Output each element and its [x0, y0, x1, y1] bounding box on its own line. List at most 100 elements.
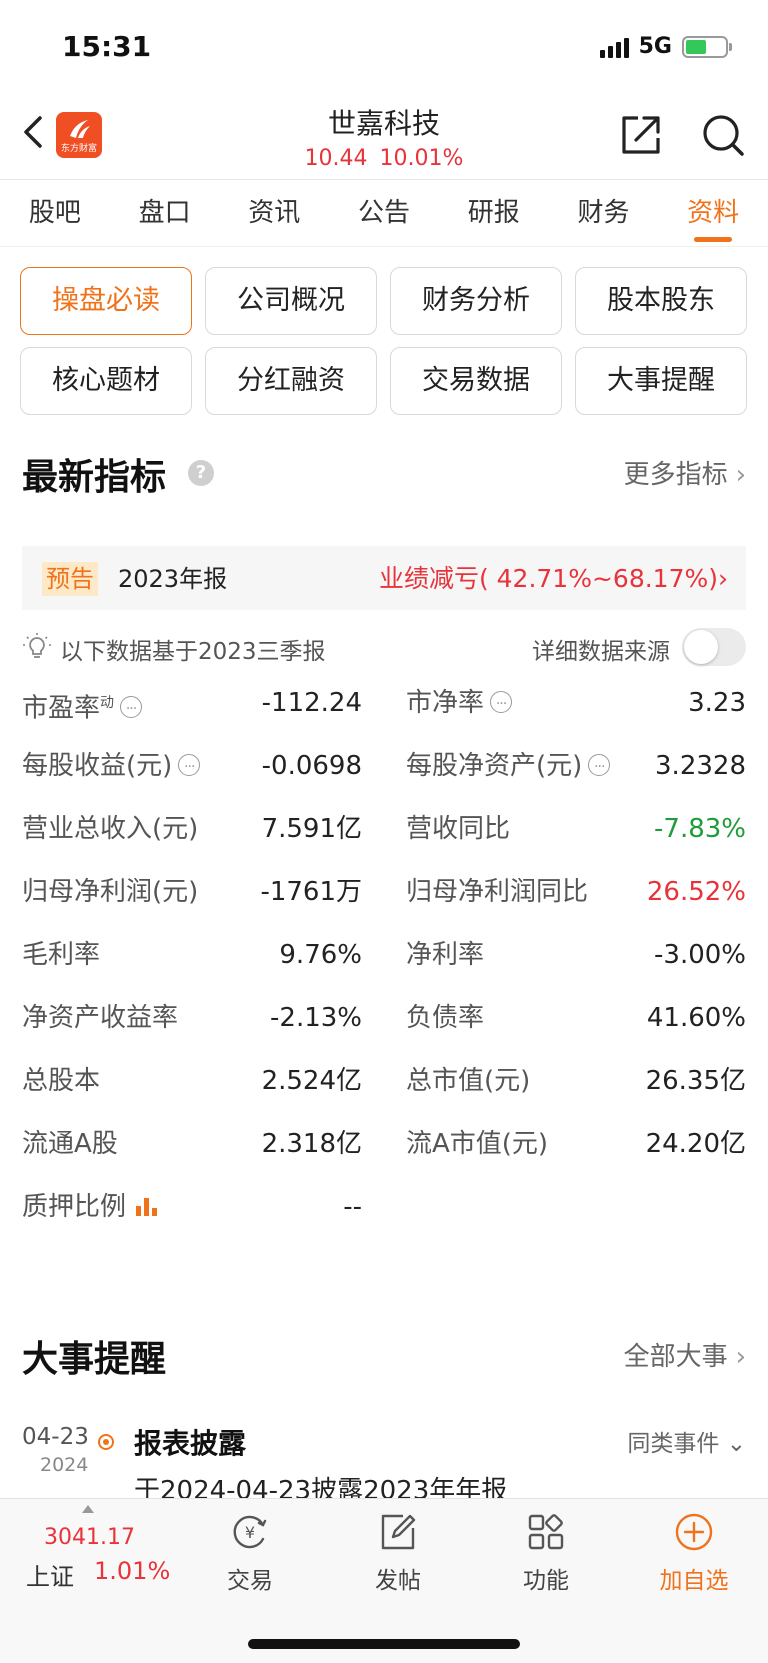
subnav-trading-essentials[interactable]: 操盘必读: [20, 267, 192, 335]
forecast-result-text: 业绩减亏( 42.71%~68.17%): [378, 564, 718, 593]
bottom-bar: 3041.17 上证 1.01% ¥ 交易 发帖 功能 加自选: [0, 1498, 768, 1663]
metric-label: 流A市值(元): [406, 1129, 549, 1159]
metric-label: 净资产收益率: [22, 1003, 179, 1033]
chevron-right-icon: ›: [735, 1342, 746, 1372]
metric-value: 3.23: [688, 688, 746, 718]
metric-value: -2.13%: [270, 1003, 362, 1033]
metric-value: -112.24: [261, 688, 362, 718]
more-info-icon[interactable]: [178, 736, 201, 799]
metric-row: 流通A股 2.318亿 流A市值(元) 24.20亿: [22, 1113, 746, 1176]
metric-net-margin: 净利率 -3.00%: [406, 924, 746, 987]
tab-research[interactable]: 研报: [439, 180, 549, 246]
metric-value: 24.20亿: [645, 1129, 746, 1159]
tab-guba[interactable]: 股吧: [0, 180, 110, 246]
forecast-result: 业绩减亏( 42.71%~68.17%)›: [379, 562, 728, 596]
index-change: 1.01%: [94, 1557, 171, 1585]
metric-value: -1761万: [260, 877, 362, 907]
subnav-dividends[interactable]: 分红融资: [205, 347, 377, 415]
action-label: 交易: [227, 1568, 273, 1594]
metric-row: 归母净利润(元) -1761万 归母净利润同比 26.52%: [22, 861, 746, 924]
metric-label: 归母净利润(元): [22, 877, 199, 907]
similar-events-button[interactable]: 同类事件 ⌄: [627, 1424, 746, 1458]
index-ticker[interactable]: 3041.17 上证 1.01%: [22, 1499, 172, 1599]
forecast-report: 2023年报: [118, 565, 228, 593]
metric-label: 净利率: [406, 940, 485, 970]
index-name: 上证: [26, 1563, 74, 1591]
network-type: 5G: [638, 34, 672, 59]
forecast-banner[interactable]: 预告 2023年报 业绩减亏( 42.71%~68.17%)›: [22, 546, 746, 610]
metric-pledge-ratio: 质押比例 --: [22, 1176, 362, 1239]
bar-chart-icon[interactable]: [136, 1196, 162, 1216]
subnav-financial-analysis[interactable]: 财务分析: [390, 267, 562, 335]
data-basis-text: 以下数据基于2023三季报: [60, 639, 326, 665]
top-tabs: 股吧 盘口 资讯 公告 研报 财务 资料: [0, 180, 768, 246]
metric-label: 每股净资产(元): [406, 751, 583, 781]
svg-text:¥: ¥: [245, 1523, 255, 1542]
functions-button[interactable]: 功能: [496, 1511, 596, 1595]
stock-price: 10.44: [304, 146, 368, 171]
subnav-shareholders[interactable]: 股本股东: [575, 267, 747, 335]
trade-button[interactable]: ¥ 交易: [200, 1511, 300, 1595]
forecast-tag: 预告: [42, 562, 98, 596]
chevron-right-icon: ›: [718, 564, 728, 593]
metric-market-cap: 总市值(元) 26.35亿: [406, 1050, 746, 1113]
metric-value: 3.2328: [655, 751, 746, 781]
metric-row: 毛利率 9.76% 净利率 -3.00%: [22, 924, 746, 987]
metric-gross-margin: 毛利率 9.76%: [22, 924, 362, 987]
action-label: 加自选: [659, 1568, 729, 1594]
data-source-toggle[interactable]: [682, 628, 746, 666]
tab-pankou[interactable]: 盘口: [110, 180, 220, 246]
help-icon[interactable]: ?: [188, 460, 214, 486]
action-label: 发帖: [375, 1568, 421, 1594]
home-indicator[interactable]: [248, 1639, 520, 1649]
add-watchlist-button[interactable]: 加自选: [644, 1511, 744, 1595]
post-button[interactable]: 发帖: [348, 1511, 448, 1595]
caret-up-icon: [82, 1505, 94, 1513]
event-item[interactable]: 04-23 2024 报表披露 同类事件 ⌄ 于2024-04-23披露2023…: [22, 1424, 746, 1506]
metric-pb: 市净率 3.23: [406, 672, 746, 736]
metric-label: 质押比例: [22, 1192, 127, 1222]
lightbulb-icon: [23, 633, 51, 658]
subnav-major-events[interactable]: 大事提醒: [575, 347, 747, 415]
metric-row: 质押比例 --: [22, 1176, 746, 1239]
subnav-trading-data[interactable]: 交易数据: [390, 347, 562, 415]
metric-label: 市盈率: [22, 693, 101, 724]
similar-events-label: 同类事件: [627, 1431, 720, 1457]
metric-label: 负债率: [406, 1003, 485, 1033]
status-indicators: 5G: [599, 34, 732, 59]
metric-value: 26.52%: [646, 877, 746, 907]
all-events-link[interactable]: 全部大事 ›: [624, 1336, 746, 1373]
event-year: 2024: [40, 1454, 89, 1476]
more-info-icon[interactable]: [120, 678, 143, 741]
metric-label: 营收同比: [406, 814, 511, 844]
more-info-icon[interactable]: [490, 673, 513, 736]
metric-bvps: 每股净资产(元) 3.2328: [406, 735, 746, 799]
tab-news[interactable]: 资讯: [219, 180, 329, 246]
profile-subnav: 操盘必读 公司概况 财务分析 股本股东 核心题材 分红融资 交易数据 大事提醒: [20, 267, 748, 415]
share-button[interactable]: [618, 112, 664, 158]
all-events-label: 全部大事: [623, 1342, 728, 1372]
subnav-company-overview[interactable]: 公司概况: [205, 267, 377, 335]
status-time: 15:31: [62, 30, 152, 63]
battery-icon: [682, 35, 732, 58]
search-button[interactable]: [700, 112, 746, 158]
metric-revenue-yoy: 营收同比 -7.83%: [406, 798, 746, 861]
metric-value: --: [343, 1192, 362, 1222]
more-info-icon[interactable]: [588, 736, 611, 799]
metric-float-shares: 流通A股 2.318亿: [22, 1113, 362, 1176]
tab-announcements[interactable]: 公告: [329, 180, 439, 246]
event-date: 04-23: [22, 1424, 89, 1450]
data-basis-row: 以下数据基于2023三季报 详细数据来源: [22, 628, 746, 668]
more-indicators-link[interactable]: 更多指标 ›: [624, 454, 746, 491]
chevron-right-icon: ›: [735, 460, 746, 490]
metric-value: 2.318亿: [261, 1129, 362, 1159]
chevron-down-icon: ⌄: [726, 1431, 746, 1457]
subnav-core-themes[interactable]: 核心题材: [20, 347, 192, 415]
metric-row: 每股收益(元) -0.0698 每股净资产(元) 3.2328: [22, 735, 746, 799]
metric-value: -0.0698: [261, 751, 362, 781]
events-section-header: 大事提醒 全部大事 ›: [22, 1330, 746, 1380]
metric-label: 总市值(元): [406, 1066, 531, 1096]
more-indicators-label: 更多指标: [623, 460, 728, 490]
tab-profile[interactable]: 资料: [658, 180, 768, 246]
tab-finance[interactable]: 财务: [549, 180, 659, 246]
